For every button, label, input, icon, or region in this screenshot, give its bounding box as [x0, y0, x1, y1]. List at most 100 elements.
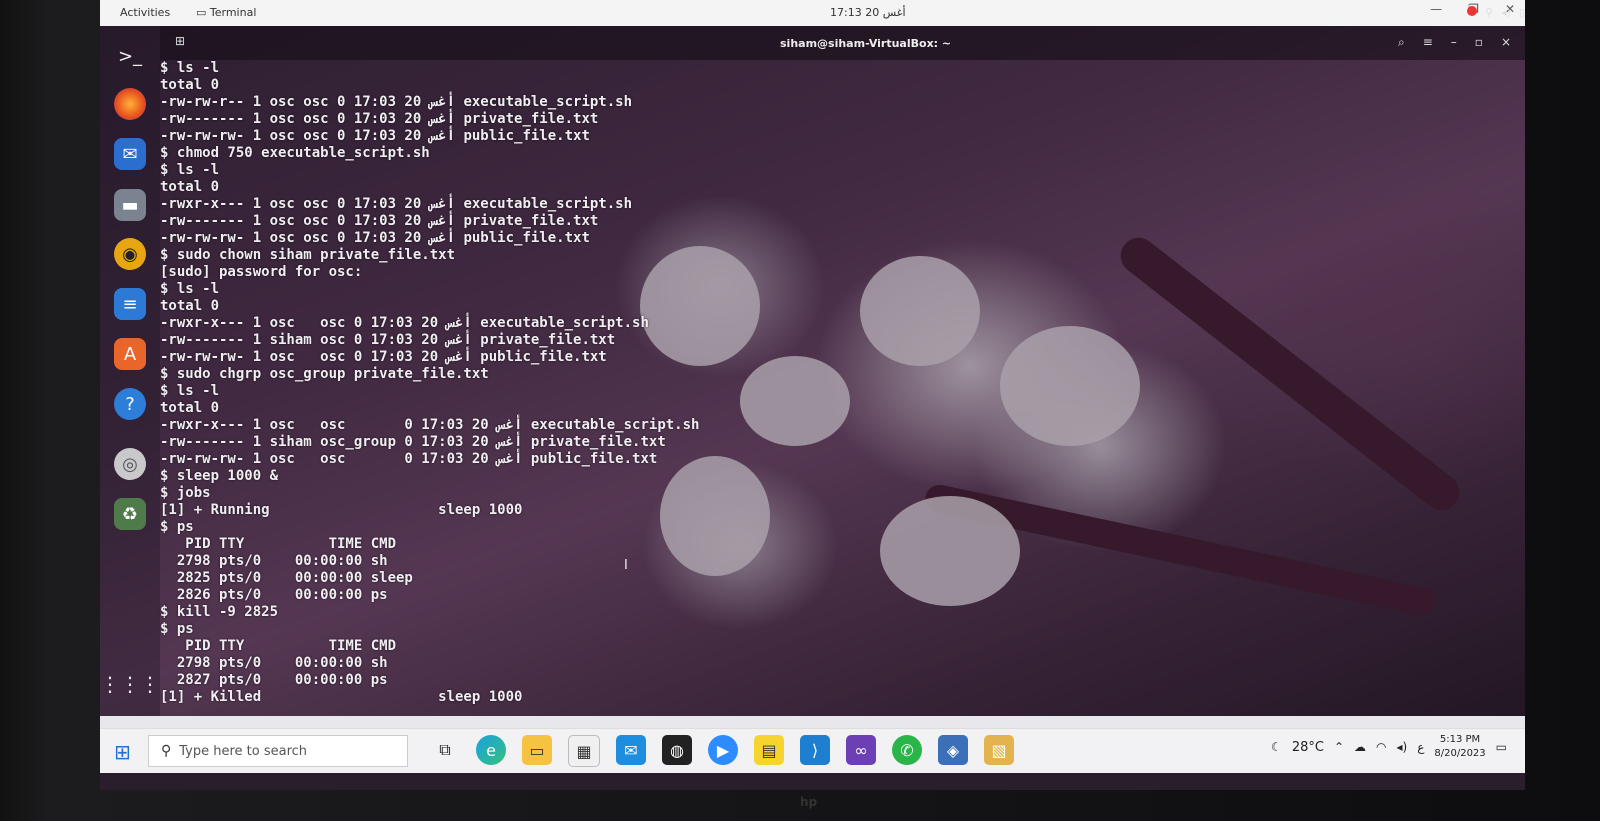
- github-icon[interactable]: ◍: [662, 735, 692, 765]
- virtualbox-icon[interactable]: ◈: [938, 735, 968, 765]
- close-icon[interactable]: ×: [1501, 35, 1511, 50]
- software-center-icon[interactable]: A: [114, 338, 146, 370]
- sticky-notes-icon[interactable]: ▤: [754, 735, 784, 765]
- terminal-line: [1] + Running sleep 1000: [160, 502, 523, 518]
- terminal-lines: $ ls -l total 0 -rw-rw-r-- 1 osc osc 0 17:…: [160, 60, 699, 706]
- record-icon[interactable]: [1467, 6, 1478, 16]
- terminal-line: total 0: [160, 298, 220, 314]
- terminal-line: -rwxr-x--- 1 osc osc 0 17:03 20 أغس exec…: [160, 417, 700, 433]
- ubuntu-dock: >_ ✉ ▬ ◉ ≡ A ? ◎ ♻ ⋮⋮⋮: [100, 26, 160, 720]
- terminal-line: -rw-rw-rw- 1 osc osc 0 17:03 20 أغس publ…: [160, 349, 607, 365]
- speaker-icon[interactable]: ◂): [1396, 740, 1407, 754]
- taskbar-time: 5:13 PM: [1439, 734, 1481, 745]
- text-cursor-icon: I: [624, 558, 628, 573]
- battery-icon[interactable]: ▯: [1519, 6, 1525, 19]
- terminal-line: -rw-rw-rw- 1 osc osc 0 17:03 20 أغس publ…: [160, 451, 658, 467]
- cloud-icon[interactable]: ☁: [1354, 740, 1366, 754]
- terminal-line: 2798 pts/0 00:00:00 sh: [160, 553, 388, 569]
- whatsapp-icon[interactable]: ✆: [892, 735, 922, 765]
- terminal-line: -rw------- 1 siham osc 0 17:03 20 أغس pr…: [160, 332, 616, 348]
- dvd-icon[interactable]: ◎: [114, 448, 146, 480]
- notification-icon[interactable]: ▭: [1496, 740, 1507, 754]
- terminal-line: [1] + Killed sleep 1000: [160, 689, 523, 705]
- vm-window-icon[interactable]: ▧: [984, 735, 1014, 765]
- terminal-line: PID TTY TIME CMD: [160, 536, 397, 552]
- edge-icon[interactable]: e: [476, 735, 506, 765]
- system-tray-icons: ⚲ ◂) ▯: [1467, 6, 1525, 19]
- screen: Activities ▭ Terminal 17:13 أغس 20 — ❐ ✕…: [100, 0, 1525, 790]
- file-explorer-icon[interactable]: ▭: [522, 735, 552, 765]
- monitor-frame: Activities ▭ Terminal 17:13 أغس 20 — ❐ ✕…: [0, 0, 1600, 821]
- minimize-icon[interactable]: –: [1451, 35, 1457, 50]
- virtualbox-status-bar: [100, 716, 1525, 728]
- wifi-icon[interactable]: ◠: [1376, 740, 1386, 754]
- terminal-line: -rw-rw-rw- 1 osc osc 0 17:03 20 أغس publ…: [160, 230, 590, 246]
- new-tab-icon[interactable]: ⊞: [175, 34, 185, 48]
- trash-icon[interactable]: ♻: [114, 498, 146, 530]
- search-icon: ⚲: [161, 743, 172, 759]
- activities-button[interactable]: Activities: [120, 6, 170, 19]
- network-icon[interactable]: ⚲: [1485, 6, 1493, 19]
- help-icon[interactable]: ?: [114, 388, 146, 420]
- windows-system-tray: ☾ 28°C ⌃ ☁ ◠ ◂) ع 5:13 PM 8/20/2023 ▭: [1271, 733, 1507, 761]
- terminal-line: $ ps: [160, 621, 194, 637]
- rhythmbox-icon[interactable]: ◉: [114, 238, 146, 270]
- volume-icon[interactable]: ◂): [1501, 6, 1511, 19]
- terminal-icon[interactable]: >_: [114, 40, 146, 72]
- thunderbird-icon[interactable]: ✉: [114, 138, 146, 170]
- files-icon[interactable]: ▬: [114, 189, 146, 221]
- terminal-line: $ ls -l: [160, 60, 220, 76]
- temperature[interactable]: 28°C: [1292, 740, 1324, 755]
- terminal-line: $ sudo chown siham private_file.txt: [160, 247, 456, 263]
- terminal-line: -rwxr-x--- 1 osc osc 0 17:03 20 أغس exec…: [160, 196, 633, 212]
- terminal-line: -rwxr-x--- 1 osc osc 0 17:03 20 أغس exec…: [160, 315, 649, 331]
- terminal-output[interactable]: $ ls -l total 0 -rw-rw-r-- 1 osc osc 0 17:…: [160, 60, 1525, 716]
- terminal-header-bar: ⊞ siham@siham-VirtualBox: ~ ⚲ ◂) ▯ ⌕ ≡ –…: [160, 6, 1525, 60]
- terminal-app-menu[interactable]: ▭ Terminal: [196, 6, 256, 19]
- search-icon[interactable]: ⌕: [1398, 35, 1405, 50]
- visual-studio-icon[interactable]: ∞: [846, 735, 876, 765]
- taskbar-search[interactable]: ⚲ Type here to search: [148, 735, 408, 767]
- taskbar-app-icons: ⧉ e ▭ ▦ ✉ ◍ ▶ ▤ ⟩ ∞ ✆ ◈ ▧: [430, 735, 1014, 767]
- terminal-line: $ ps: [160, 519, 194, 535]
- terminal-line: $ jobs: [160, 485, 211, 501]
- terminal-line: total 0: [160, 77, 220, 93]
- minimize-icon[interactable]: —: [1430, 2, 1442, 16]
- terminal-line: -rw------- 1 osc osc 0 17:03 20 أغس priv…: [160, 213, 599, 229]
- ubuntu-top-bar: Activities ▭ Terminal 17:13 أغس 20 — ❐ ✕: [100, 0, 1525, 26]
- libreoffice-writer-icon[interactable]: ≡: [114, 288, 146, 320]
- terminal-window-title: siham@siham-VirtualBox: ~: [780, 37, 952, 50]
- vscode-icon[interactable]: ⟩: [800, 735, 830, 765]
- terminal-line: total 0: [160, 179, 220, 195]
- input-language[interactable]: ع: [1417, 740, 1424, 754]
- show-applications-icon[interactable]: ⋮⋮⋮: [100, 668, 160, 700]
- terminal-line: $ ls -l: [160, 383, 220, 399]
- terminal-line: 2825 pts/0 00:00:00 sleep: [160, 570, 413, 586]
- store-icon[interactable]: ▦: [568, 735, 600, 767]
- firefox-icon[interactable]: [114, 88, 146, 120]
- terminal-app-label: Terminal: [209, 6, 257, 19]
- terminal-line: PID TTY TIME CMD: [160, 638, 397, 654]
- task-view-icon[interactable]: ⧉: [430, 735, 460, 765]
- weather-icon[interactable]: ☾: [1271, 740, 1282, 754]
- windows-start-icon[interactable]: ⊞: [114, 740, 131, 764]
- terminal-line: $ kill -9 2825: [160, 604, 279, 620]
- terminal-line: $ sleep 1000 &: [160, 468, 279, 484]
- zoom-icon[interactable]: ▶: [708, 735, 738, 765]
- system-clock[interactable]: 17:13 أغس 20: [830, 6, 906, 19]
- terminal-line: total 0: [160, 400, 220, 416]
- hamburger-menu-icon[interactable]: ≡: [1423, 35, 1433, 50]
- terminal-line: 2826 pts/0 00:00:00 ps: [160, 587, 388, 603]
- terminal-line: $ sudo chgrp osc_group private_file.txt: [160, 366, 489, 382]
- terminal-line: -rw-rw-rw- 1 osc osc 0 17:03 20 أغس publ…: [160, 128, 590, 144]
- terminal-line: -rw------- 1 siham osc_group 0 17:03 20 …: [160, 434, 666, 450]
- mail-icon[interactable]: ✉: [616, 735, 646, 765]
- chevron-up-icon[interactable]: ⌃: [1334, 740, 1344, 754]
- taskbar-clock[interactable]: 5:13 PM 8/20/2023: [1434, 733, 1485, 761]
- terminal-line: $ ls -l: [160, 281, 220, 297]
- terminal-line: [sudo] password for osc:: [160, 264, 363, 280]
- terminal-controls: ⌕ ≡ – ▫ ×: [1398, 35, 1511, 50]
- maximize-icon[interactable]: ▫: [1475, 35, 1483, 50]
- search-placeholder: Type here to search: [179, 743, 308, 759]
- terminal-line: -rw------- 1 osc osc 0 17:03 20 أغس priv…: [160, 111, 599, 127]
